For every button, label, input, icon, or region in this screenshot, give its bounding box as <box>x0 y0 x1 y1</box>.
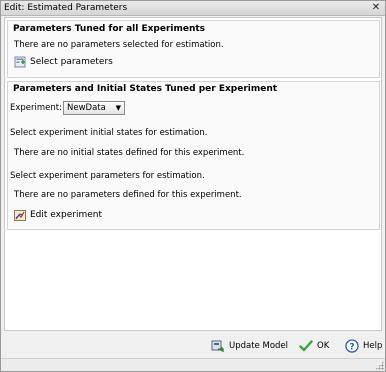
panel-per-heading: Parameters and Initial States Tuned per … <box>13 84 278 94</box>
select-parameters-icon <box>14 56 26 68</box>
update-model-button[interactable]: Update Model <box>211 336 288 356</box>
content-area: Parameters Tuned for all Experiments The… <box>4 17 382 331</box>
status-bar <box>1 358 385 371</box>
no-parameters-message: There are no parameters selected for est… <box>14 40 224 50</box>
initial-states-prompt: Select experiment initial states for est… <box>10 128 208 138</box>
experiment-dropdown[interactable]: NewData ▼ <box>63 101 125 115</box>
resize-grip-icon[interactable] <box>375 361 384 370</box>
no-experiment-parameters-message: There are no parameters defined for this… <box>14 190 242 200</box>
no-initial-states-message: There are no initial states defined for … <box>14 148 245 158</box>
ok-button[interactable]: OK <box>299 336 329 356</box>
panel-per-experiment: Parameters and Initial States Tuned per … <box>7 81 380 230</box>
select-parameters-label: Select parameters <box>30 57 113 67</box>
experiment-label: Experiment: <box>10 103 62 113</box>
edit-experiment-icon <box>14 210 26 221</box>
experiment-selected-value: NewData <box>67 103 106 113</box>
help-button[interactable]: ? Help <box>345 336 382 356</box>
help-icon: ? <box>345 339 359 353</box>
experiment-parameters-prompt: Select experiment parameters for estimat… <box>10 171 205 181</box>
update-model-label: Update Model <box>229 341 289 351</box>
edit-experiment-button[interactable]: Edit experiment <box>14 209 102 221</box>
edit-estimated-parameters-dialog: Edit: Estimated Parameters ✕ Parameters … <box>0 0 386 372</box>
window-title: Edit: Estimated Parameters <box>4 3 128 13</box>
close-icon[interactable]: ✕ <box>370 2 382 14</box>
panel-all-heading: Parameters Tuned for all Experiments <box>13 24 206 34</box>
svg-text:?: ? <box>349 343 354 353</box>
panel-all-experiments: Parameters Tuned for all Experiments The… <box>7 20 380 78</box>
checkmark-icon <box>299 340 313 352</box>
update-model-icon <box>211 340 224 352</box>
dialog-footer: Update Model OK ? Help <box>1 336 385 358</box>
ok-label: OK <box>317 341 330 351</box>
title-bar: Edit: Estimated Parameters ✕ <box>1 1 385 16</box>
chevron-down-icon: ▼ <box>115 104 121 112</box>
edit-experiment-label: Edit experiment <box>30 210 102 220</box>
select-parameters-button[interactable]: Select parameters <box>14 56 113 68</box>
help-label: Help <box>363 341 383 351</box>
